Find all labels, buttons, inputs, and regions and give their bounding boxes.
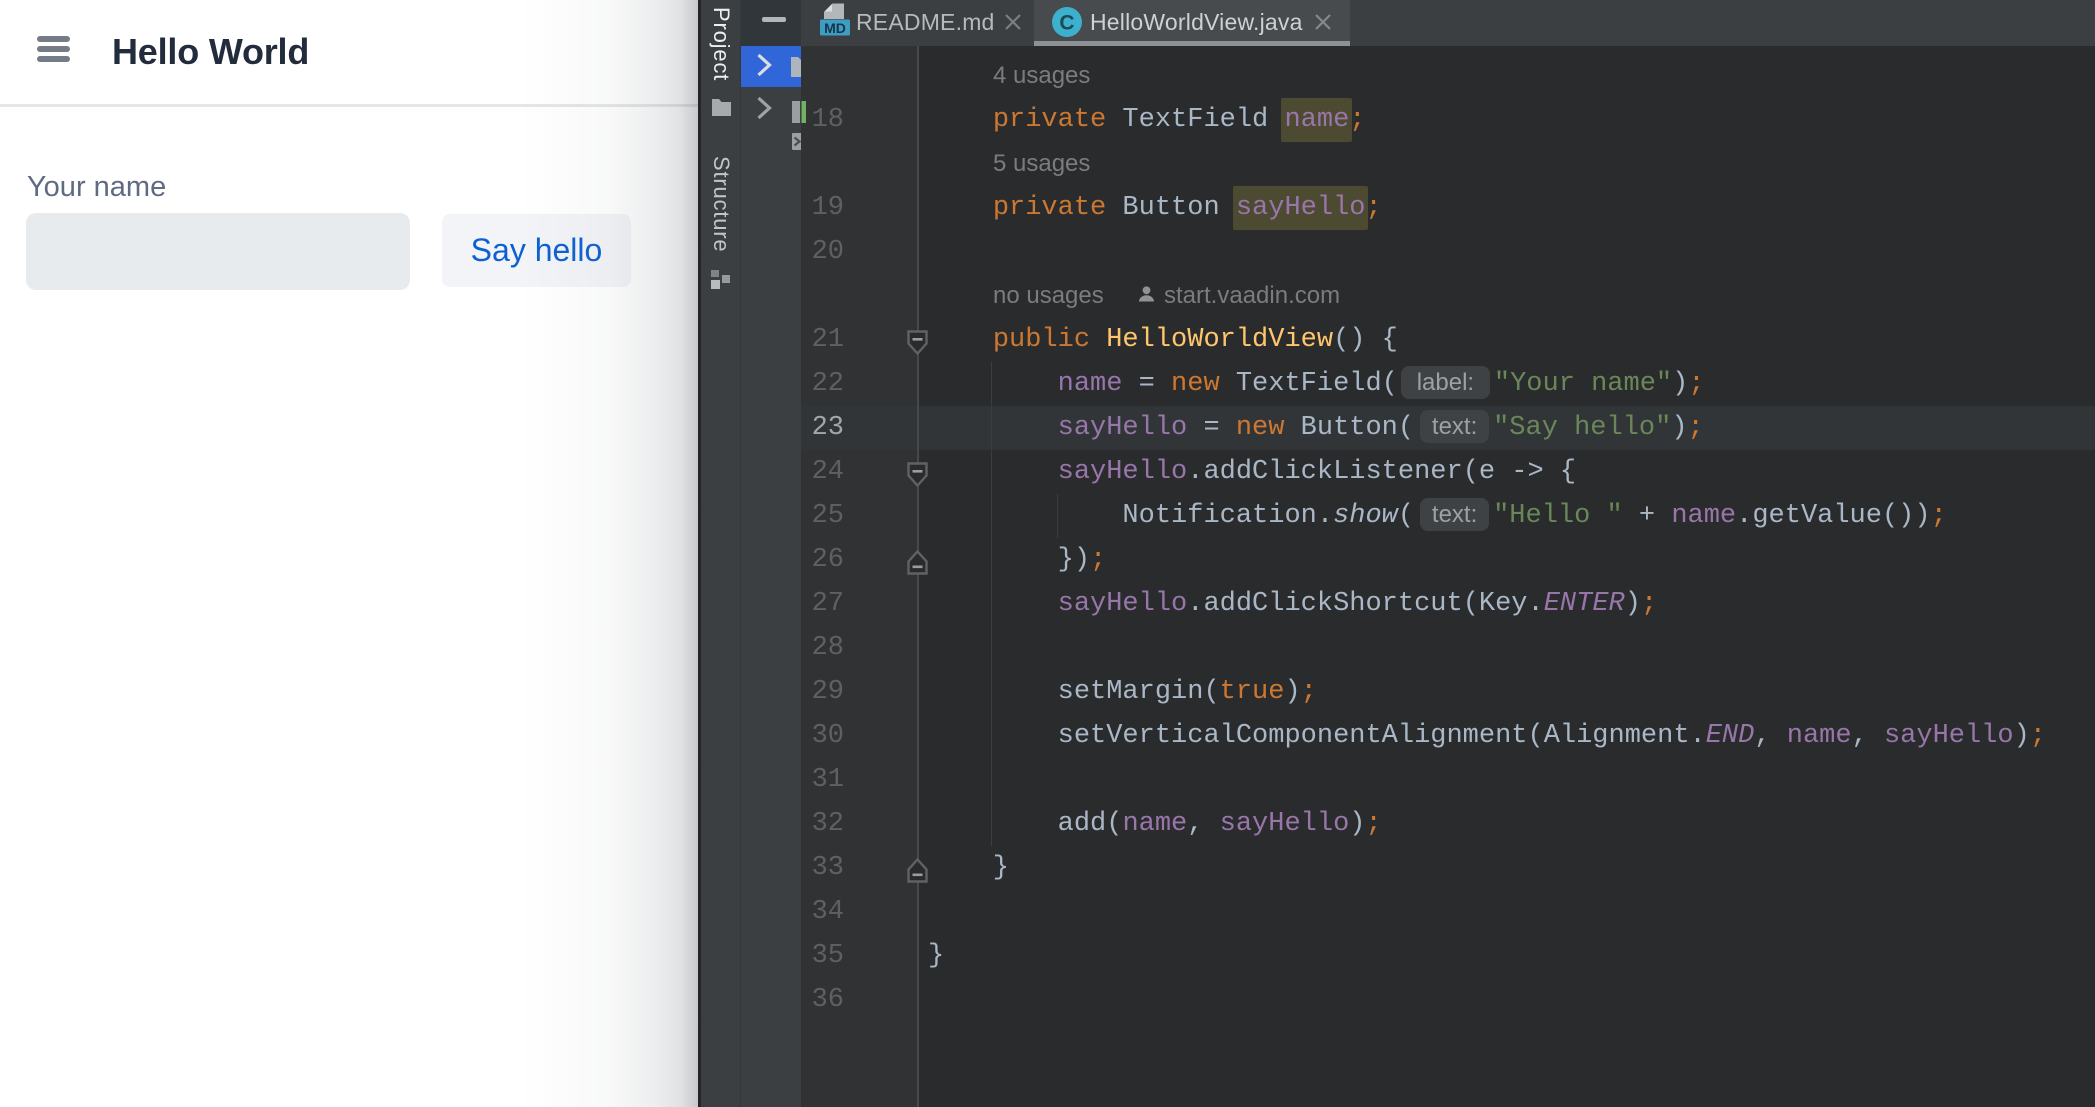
svg-text:C: C	[1059, 12, 1074, 35]
svg-text:MD: MD	[824, 20, 846, 36]
